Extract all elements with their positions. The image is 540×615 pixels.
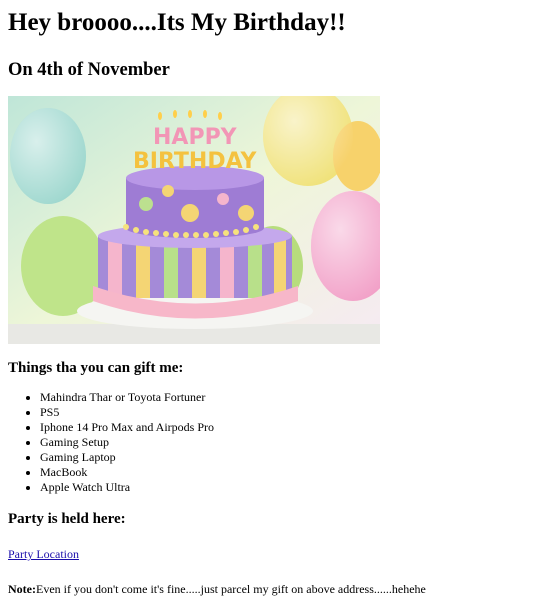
list-item: Apple Watch Ultra bbox=[40, 480, 532, 495]
page: Hey broooo....Its My Birthday!! On 4th o… bbox=[0, 7, 540, 597]
svg-text:BIRTHDAY: BIRTHDAY bbox=[133, 149, 258, 174]
list-item: Mahindra Thar or Toyota Fortuner bbox=[40, 390, 532, 405]
svg-text:HAPPY: HAPPY bbox=[153, 125, 238, 150]
list-item: Gaming Laptop bbox=[40, 450, 532, 465]
date-subtitle: On 4th of November bbox=[8, 60, 170, 80]
note-text: Even if you don't come it's fine.....jus… bbox=[35, 582, 426, 596]
gift-list: Mahindra Thar or Toyota Fortuner PS5 Iph… bbox=[8, 390, 532, 495]
birthday-cake-image: HAPPY BIRTHDAY bbox=[8, 96, 380, 344]
gifts-heading: Things tha you can gift me: bbox=[8, 360, 184, 376]
party-heading: Party is held here: bbox=[8, 511, 126, 527]
list-item: PS5 bbox=[40, 405, 532, 420]
list-item: Gaming Setup bbox=[40, 435, 532, 450]
page-title: Hey broooo....Its My Birthday!! bbox=[8, 9, 346, 36]
party-location-link[interactable]: Party Location bbox=[8, 547, 79, 562]
note-label: Note: bbox=[8, 582, 36, 596]
list-item: Iphone 14 Pro Max and Airpods Pro bbox=[40, 420, 532, 435]
note-paragraph: Note:Even if you don't come it's fine...… bbox=[8, 581, 532, 597]
list-item: MacBook bbox=[40, 465, 532, 480]
